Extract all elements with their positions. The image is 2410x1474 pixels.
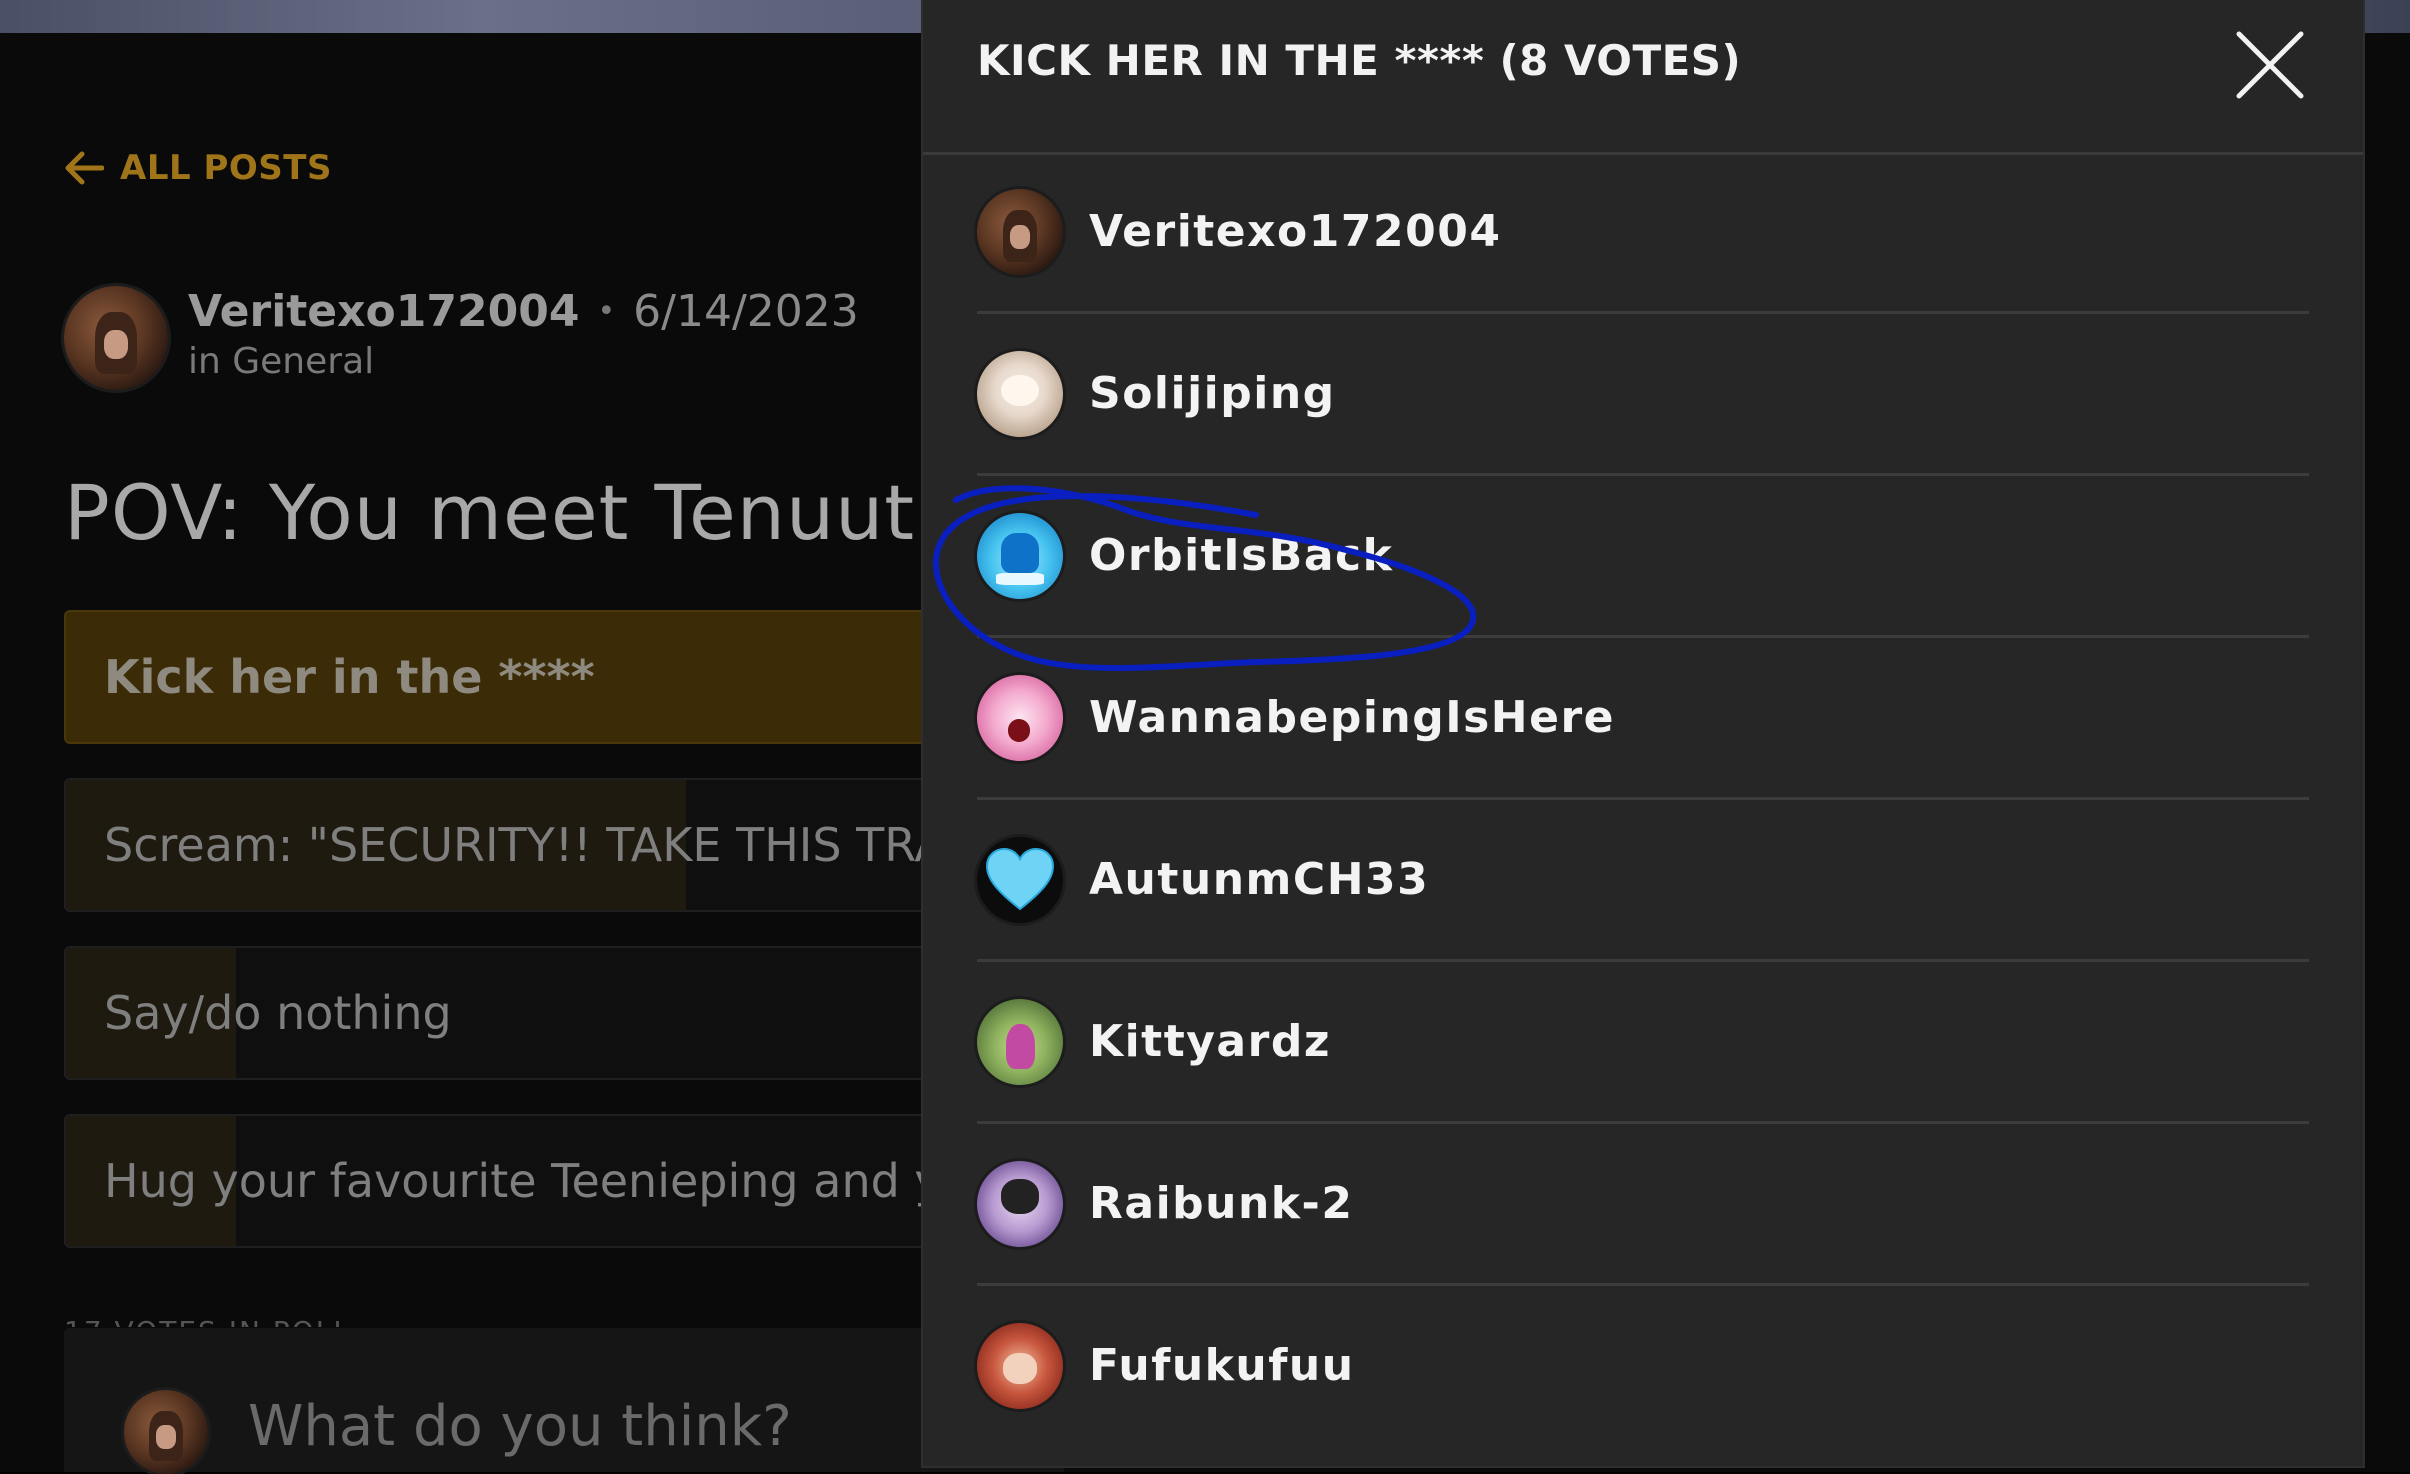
comment-input-placeholder[interactable]: What do you think?	[248, 1394, 792, 1459]
voter-avatar[interactable]	[977, 998, 1063, 1085]
poll-option-label: Hug your favourite Teenieping and ye	[104, 1154, 970, 1208]
voter-row[interactable]: WannabepingIsHere	[977, 638, 2309, 800]
voter-avatar[interactable]	[977, 836, 1063, 923]
voter-row[interactable]: Fufukufuu	[977, 1286, 2309, 1445]
voter-avatar[interactable]	[977, 674, 1063, 761]
voter-name[interactable]: Fufukufuu	[1089, 1340, 1355, 1391]
voter-name[interactable]: Veritexo172004	[1089, 206, 1501, 257]
blue-heart-icon	[985, 847, 1055, 910]
close-button[interactable]	[2233, 28, 2307, 102]
poll-option-label: Scream: "SECURITY!! TAKE THIS TRAS	[104, 818, 976, 872]
voter-name[interactable]: Solijiping	[1089, 368, 1336, 419]
close-icon	[2236, 31, 2304, 99]
modal-title: KICK HER IN THE **** (8 VOTES)	[977, 36, 1742, 85]
voter-name[interactable]: Raibunk-2	[1089, 1178, 1353, 1229]
voter-name[interactable]: AutunmCH33	[1089, 854, 1429, 905]
post-category[interactable]: in General	[188, 341, 859, 382]
voters-modal: KICK HER IN THE **** (8 VOTES) Veritexo1…	[923, 0, 2363, 1466]
voter-avatar[interactable]	[977, 188, 1063, 275]
modal-header: KICK HER IN THE **** (8 VOTES)	[923, 0, 2363, 155]
voter-row[interactable]: Kittyardz	[977, 962, 2309, 1124]
voter-row[interactable]: OrbitIsBack	[977, 476, 2309, 638]
voter-row[interactable]: Solijiping	[977, 314, 2309, 476]
author-avatar[interactable]	[64, 286, 168, 390]
voter-row[interactable]: Raibunk-2	[977, 1124, 2309, 1286]
post-date: 6/14/2023	[633, 286, 859, 337]
poll-option-label: Kick her in the ****	[104, 650, 595, 704]
author-name[interactable]: Veritexo172004	[188, 286, 579, 337]
poll-option-2[interactable]: Scream: "SECURITY!! TAKE THIS TRAS	[64, 778, 1068, 912]
poll-vote-count: 17 VOTES IN POLL	[64, 1315, 351, 1327]
poll-option-3[interactable]: Say/do nothing	[64, 946, 1068, 1080]
poll-option-1[interactable]: Kick her in the ****	[64, 610, 1068, 744]
voter-row[interactable]: AutunmCH33	[977, 800, 2309, 962]
commenter-avatar	[124, 1390, 208, 1474]
voter-avatar[interactable]	[977, 1160, 1063, 1247]
voter-name[interactable]: WannabepingIsHere	[1089, 692, 1615, 743]
post-author-row: Veritexo172004 • 6/14/2023 in General	[64, 286, 859, 390]
voter-avatar[interactable]	[977, 350, 1063, 437]
voter-list: Veritexo172004 Solijiping OrbitIsBack Wa…	[977, 152, 2309, 1445]
voter-avatar[interactable]	[977, 512, 1063, 599]
poll-option-4[interactable]: Hug your favourite Teenieping and ye	[64, 1114, 1068, 1248]
post-title: POV: You meet Tenuutuy	[64, 468, 1011, 557]
voter-row[interactable]: Veritexo172004	[977, 152, 2309, 314]
comment-composer[interactable]: What do you think?	[64, 1328, 1064, 1474]
voter-avatar[interactable]	[977, 1322, 1063, 1409]
arrow-left-icon	[65, 151, 104, 185]
back-link-label: ALL POSTS	[120, 148, 332, 188]
poll-option-label: Say/do nothing	[104, 986, 452, 1040]
voter-name[interactable]: OrbitIsBack	[1089, 530, 1393, 581]
meta-separator: •	[597, 294, 616, 329]
voter-name[interactable]: Kittyardz	[1089, 1016, 1331, 1067]
back-to-all-posts-link[interactable]: ALL POSTS	[64, 148, 332, 188]
